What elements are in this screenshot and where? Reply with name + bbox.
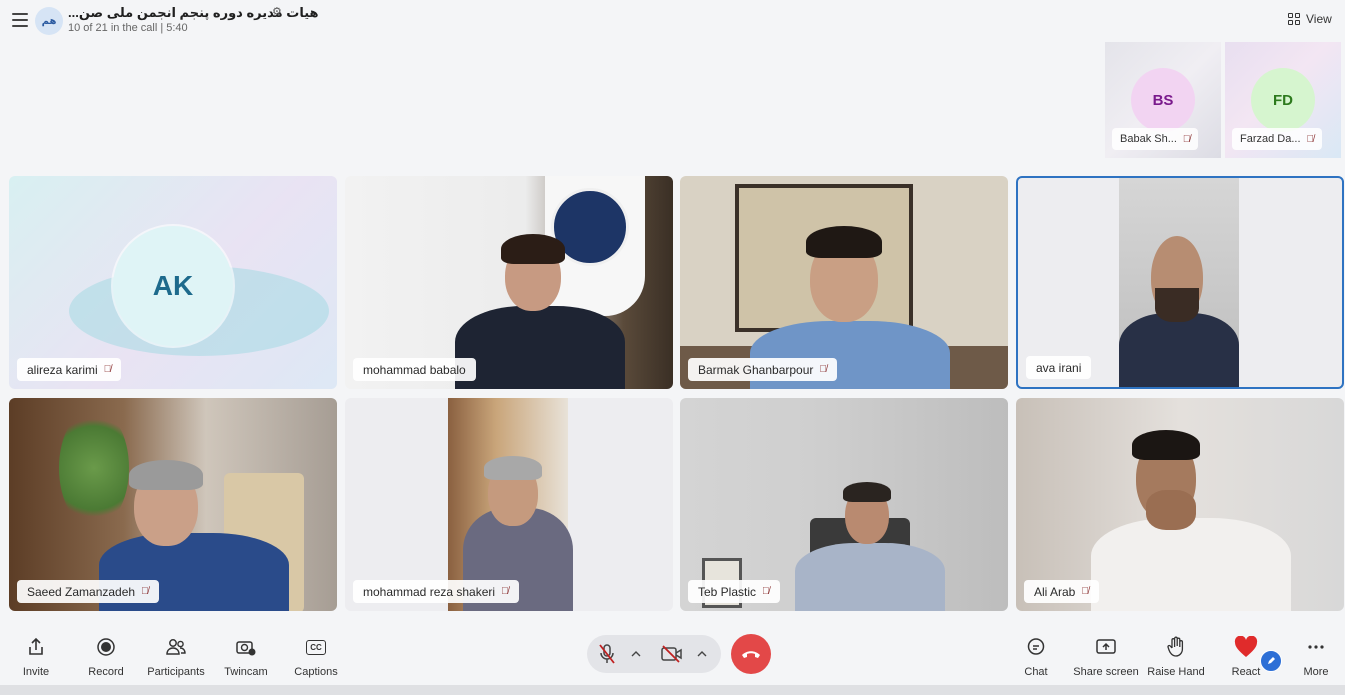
plant xyxy=(59,408,129,528)
share-screen-label: Share screen xyxy=(1073,666,1139,678)
mic-muted-icon: 🎙̸ xyxy=(1306,133,1315,145)
participant-name-label: ava irani xyxy=(1026,356,1092,379)
captions-label: Captions xyxy=(294,666,338,678)
chat-avatar: هم xyxy=(35,7,63,35)
participant-name: alireza karimi xyxy=(27,362,98,377)
taskbar-strip xyxy=(0,685,1345,695)
participant-avatar: FD xyxy=(1251,68,1315,132)
participant-name-label: Saeed Zamanzadeh 🎙̸ xyxy=(17,580,159,603)
participant-mini-tile[interactable]: FD Farzad Da... 🎙̸ xyxy=(1225,42,1341,158)
camera-off-icon[interactable] xyxy=(659,642,685,666)
hang-up-icon xyxy=(742,651,760,658)
record-button[interactable]: Record xyxy=(71,636,141,678)
participant-name-label: Farzad Da... 🎙̸ xyxy=(1232,128,1323,150)
record-icon xyxy=(71,636,141,658)
participant-name-label: mohammad reza shakeri 🎙̸ xyxy=(353,580,519,603)
share-screen-icon xyxy=(1071,636,1141,658)
person-hair xyxy=(843,482,891,502)
mic-muted-icon: 🎙̸ xyxy=(1081,586,1089,597)
more-label: More xyxy=(1303,666,1329,678)
person-hair xyxy=(501,234,565,264)
participant-avatar: BS xyxy=(1131,68,1195,132)
view-button-label: View xyxy=(1306,12,1332,26)
participant-name: Ali Arab xyxy=(1034,584,1076,599)
mic-muted-icon: 🎙̸ xyxy=(501,586,509,597)
video-tile[interactable]: mohammad babalo xyxy=(345,176,673,389)
view-button[interactable]: View xyxy=(1288,12,1332,26)
twincam-button[interactable]: Twincam xyxy=(211,636,281,678)
participant-name: mohammad babalo xyxy=(363,362,466,377)
video-feed xyxy=(1119,178,1239,387)
video-tile[interactable]: Teb Plastic 🎙̸ xyxy=(680,398,1008,611)
twincam-label: Twincam xyxy=(224,666,268,678)
more-dots-icon xyxy=(1281,636,1345,658)
audio-video-controls xyxy=(587,635,721,673)
person-hand xyxy=(1146,490,1196,530)
person-hair xyxy=(806,226,882,258)
mic-muted-icon: 🎙̸ xyxy=(141,586,149,597)
participant-name: mohammad reza shakeri xyxy=(363,584,496,599)
person-hair xyxy=(484,456,542,480)
participant-name-label: Teb Plastic 🎙̸ xyxy=(688,580,780,603)
participant-name: Barmak Ghanbarpour xyxy=(698,362,814,377)
chat-label: Chat xyxy=(1024,666,1048,678)
raise-hand-button[interactable]: Raise Hand xyxy=(1141,636,1211,678)
participant-mini-tile[interactable]: BS Babak Sh... 🎙̸ xyxy=(1105,42,1221,158)
share-upload-icon xyxy=(1,636,71,658)
gear-icon[interactable]: ⚙ xyxy=(272,5,282,18)
chat-bubble-icon xyxy=(1001,636,1071,658)
video-tile[interactable]: Ali Arab 🎙̸ xyxy=(1016,398,1344,611)
person-beard xyxy=(1155,288,1199,322)
edit-pencil-icon[interactable] xyxy=(1260,650,1282,672)
grid-view-icon xyxy=(1288,13,1300,25)
participants-button[interactable]: Participants xyxy=(141,636,211,678)
twincam-camera-icon xyxy=(211,636,281,658)
invite-label: Invite xyxy=(22,666,50,678)
person-body xyxy=(455,306,625,389)
people-icon xyxy=(141,636,211,658)
captions-button[interactable]: CC Captions xyxy=(281,636,351,678)
video-tile[interactable]: mohammad reza shakeri 🎙̸ xyxy=(345,398,673,611)
mic-muted-icon: 🎙̸ xyxy=(1182,133,1191,145)
participant-name-label: Barmak Ghanbarpour 🎙̸ xyxy=(688,358,837,381)
participant-name-label: Ali Arab 🎙̸ xyxy=(1024,580,1099,603)
mic-muted-icon: 🎙̸ xyxy=(103,364,112,375)
participant-name-label: Babak Sh... 🎙̸ xyxy=(1112,128,1199,150)
participants-label: Participants xyxy=(147,666,205,678)
end-call-button[interactable] xyxy=(731,634,771,674)
share-screen-button[interactable]: Share screen xyxy=(1071,636,1141,678)
person-body xyxy=(1091,518,1291,611)
participant-name: Saeed Zamanzadeh xyxy=(27,584,136,599)
mic-muted-icon: 🎙̸ xyxy=(762,586,770,597)
invite-button[interactable]: Invite xyxy=(1,636,71,678)
hand-icon xyxy=(1141,636,1211,658)
video-tile[interactable]: Saeed Zamanzadeh 🎙̸ xyxy=(9,398,337,611)
participant-name: Babak Sh... xyxy=(1120,133,1177,145)
person-hair xyxy=(129,460,203,490)
video-tile-active[interactable]: ava irani xyxy=(1016,176,1344,389)
record-label: Record xyxy=(88,666,124,678)
person-body xyxy=(795,543,945,611)
person-hair xyxy=(1132,430,1200,460)
participant-avatar: AK xyxy=(113,226,233,346)
audio-options-chevron-icon[interactable] xyxy=(629,643,643,665)
chat-button[interactable]: Chat xyxy=(1001,636,1071,678)
menu-icon[interactable] xyxy=(12,13,28,27)
mic-muted-icon: 🎙̸ xyxy=(819,364,827,375)
person-body xyxy=(1119,313,1239,387)
participant-name: Teb Plastic xyxy=(698,584,757,599)
microphone-muted-icon[interactable] xyxy=(595,642,619,666)
video-tile[interactable]: Barmak Ghanbarpour 🎙̸ xyxy=(680,176,1008,389)
participant-name-label: mohammad babalo xyxy=(353,358,476,381)
video-options-chevron-icon[interactable] xyxy=(695,643,709,665)
participant-name-label: alireza karimi 🎙̸ xyxy=(17,358,122,381)
participant-name: ava irani xyxy=(1036,360,1082,375)
call-status: 10 of 21 in the call | 5:40 xyxy=(68,22,188,34)
raise-hand-label: Raise Hand xyxy=(1147,666,1205,678)
more-button[interactable]: More xyxy=(1281,636,1345,678)
video-tile[interactable]: AK alireza karimi 🎙̸ xyxy=(9,176,337,389)
captions-cc-icon: CC xyxy=(281,636,351,658)
participant-name: Farzad Da... xyxy=(1240,133,1301,145)
